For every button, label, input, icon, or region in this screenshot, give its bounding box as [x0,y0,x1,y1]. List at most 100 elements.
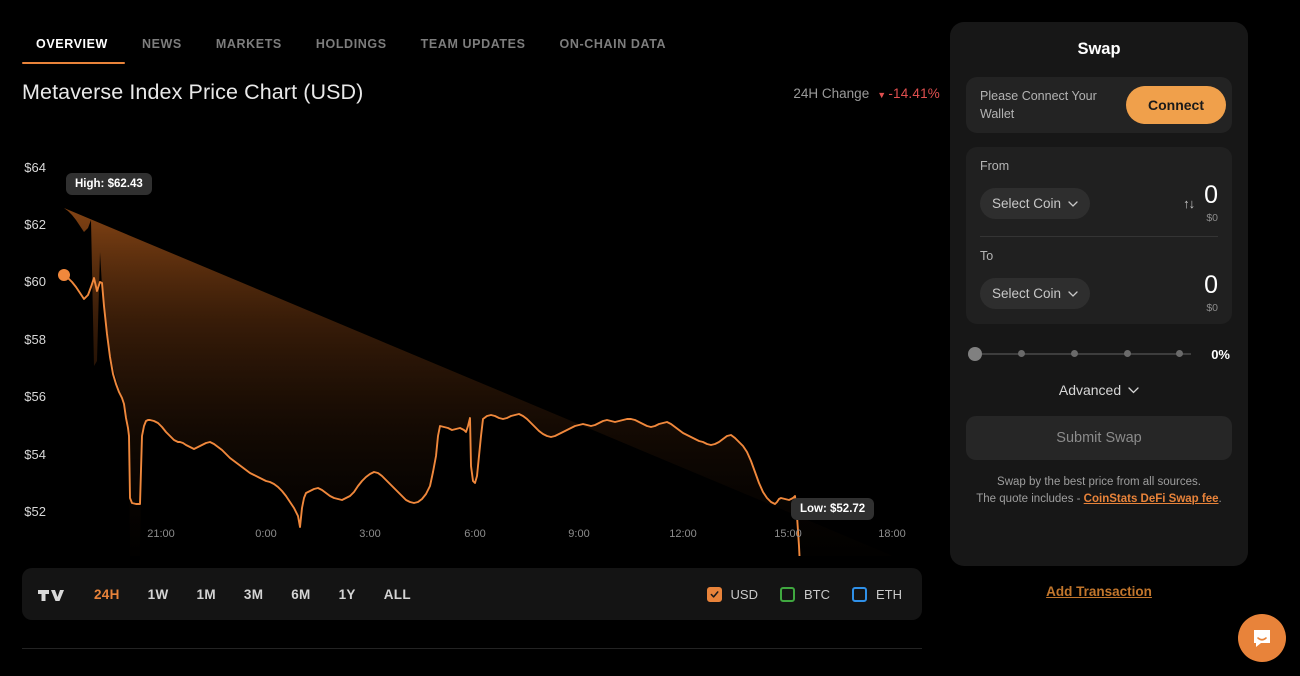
currency-toggle-btc[interactable]: BTC [780,586,830,602]
advanced-toggle[interactable]: Advanced [966,382,1232,398]
swap-note-suffix: . [1218,493,1222,506]
slider-tick[interactable] [1124,350,1131,357]
range-1y[interactable]: 1Y [325,581,370,608]
slider-percent-value: 0% [1211,346,1230,362]
check-icon [710,590,719,598]
x-axis-label: 0:00 [255,528,277,540]
y-axis-label: $56 [24,389,46,404]
range-6m[interactable]: 6M [277,581,324,608]
chat-bubble-icon [1254,630,1270,647]
caret-down-icon: ▼ [877,90,887,100]
currency-label-btc: BTC [804,586,830,602]
chevron-down-icon [1068,200,1078,207]
tab-news[interactable]: NEWS [125,37,199,64]
chevron-down-icon [1068,290,1078,297]
from-row: Select Coin ↑↓ 0 $0 [980,183,1218,224]
swap-title: Swap [1077,40,1121,58]
from-amount[interactable]: 0 [1204,183,1218,208]
add-transaction-link[interactable]: Add Transaction [950,584,1248,599]
percent-slider[interactable] [968,346,1197,362]
chart-toolbar: 24H 1W 1M 3M 6M 1Y ALL USD BTC ETH [22,568,922,620]
advanced-label: Advanced [1058,382,1122,398]
tab-label: NEWS [141,37,182,51]
connect-wallet-button[interactable]: Connect [1126,86,1226,124]
tab-overview[interactable]: OVERVIEW [22,37,125,64]
swap-note: Swap by the best price from all sources.… [966,474,1232,509]
intercom-chat-button[interactable] [1238,614,1286,662]
tab-markets[interactable]: MARKETS [199,37,299,64]
y-axis-label: $58 [24,332,46,347]
range-all[interactable]: ALL [370,581,425,608]
from-amount-group: ↑↓ 0 $0 [1183,183,1218,225]
swap-panel: Swap Please Connect Your Wallet Connect … [950,22,1248,566]
tab-label: OVERVIEW [36,37,108,51]
from-coin-label: Select Coin [992,196,1062,211]
x-axis-label: 12:00 [669,528,697,540]
slider-tick[interactable] [1071,350,1078,357]
to-coin-select[interactable]: Select Coin [980,278,1091,309]
checkbox-usd[interactable] [706,586,722,602]
swap-io-card: From Select Coin ↑↓ 0 $0 To Select Coin … [966,147,1232,324]
slider-knob[interactable] [968,347,982,361]
high-point-marker [58,269,70,281]
to-row: Select Coin 0 $0 [980,273,1218,314]
from-amount-usd: $0 [1206,212,1218,224]
currency-toggle-eth[interactable]: ETH [852,586,902,602]
tab-label: HOLDINGS [315,37,387,51]
swap-note-line1: Swap by the best price from all sources. [997,476,1201,488]
x-axis-label: 15:00 [774,528,802,540]
range-1m[interactable]: 1M [183,581,230,608]
range-24h[interactable]: 24H [80,581,134,608]
range-3m[interactable]: 3M [230,581,277,608]
checkbox-btc[interactable] [780,586,795,602]
chart-area-fill [64,208,893,556]
percent-slider-row: 0% [968,346,1230,362]
chevron-down-icon [1128,386,1139,393]
price-chart[interactable]: $64 $62 $60 $58 $56 $54 $52 21:00 0:00 3… [0,136,930,556]
page-title: Metaverse Index Price Chart (USD) [22,80,364,104]
tab-team-updates[interactable]: TEAM UPDATES [404,37,543,64]
checkbox-eth[interactable] [852,586,867,602]
slider-tick[interactable] [1018,350,1025,357]
section-divider [22,648,922,649]
tab-label: ON-CHAIN DATA [559,37,667,51]
time-range-group: 24H 1W 1M 3M 6M 1Y ALL [80,581,425,608]
slider-tick[interactable] [1176,350,1183,357]
from-coin-select[interactable]: Select Coin [980,188,1091,219]
x-axis-label: 18:00 [878,528,906,540]
slider-track [976,353,1192,355]
change-value: ▼ -14.41% [877,86,940,101]
change-percent: -14.41% [888,86,940,101]
x-axis-label: 3:00 [359,528,381,540]
tab-label: MARKETS [215,37,282,51]
swap-direction-icon[interactable]: ↑↓ [1183,196,1195,211]
currency-label-eth: ETH [876,586,902,602]
range-1w[interactable]: 1W [134,581,183,608]
to-amount[interactable]: 0 [1204,273,1218,298]
tradingview-logo-icon[interactable] [38,584,68,604]
page-root: OVERVIEW NEWS MARKETS HOLDINGS TEAM UPDA… [0,0,1300,676]
change-label: 24H Change [793,86,870,101]
currency-label-usd: USD [730,586,758,602]
io-divider [980,236,1218,237]
tab-bar: OVERVIEW NEWS MARKETS HOLDINGS TEAM UPDA… [22,24,683,64]
chart-svg [58,208,893,556]
y-axis-label: $64 [24,160,46,175]
to-amount-usd: $0 [1206,302,1218,314]
swap-note-prefix: The quote includes - [976,493,1084,506]
currency-toggle-usd[interactable]: USD [706,586,758,602]
defi-swap-fee-link[interactable]: CoinStats DeFi Swap fee [1084,493,1219,505]
from-label: From [980,159,1010,173]
submit-swap-button[interactable]: Submit Swap [966,416,1232,460]
high-tooltip: High: $62.43 [66,173,152,195]
change-indicator: 24H Change ▼ -14.41% [793,86,940,101]
to-coin-label: Select Coin [992,286,1062,301]
y-axis-label: $62 [24,217,46,232]
connect-wallet-text: Please Connect Your Wallet [980,88,1097,121]
from-amount-col: 0 $0 [1204,183,1218,225]
x-axis-label: 6:00 [464,528,486,540]
x-axis-label: 9:00 [568,528,590,540]
to-amount-col: 0 $0 [1204,273,1218,315]
tab-on-chain-data[interactable]: ON-CHAIN DATA [543,37,684,64]
tab-holdings[interactable]: HOLDINGS [299,37,404,64]
